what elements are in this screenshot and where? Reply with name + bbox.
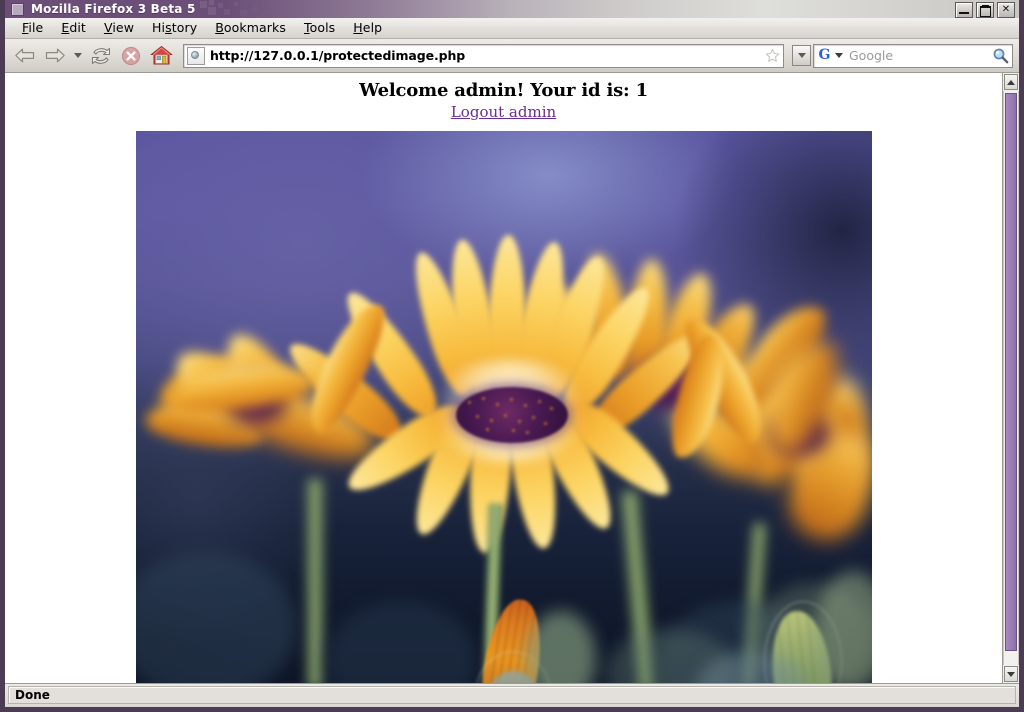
google-logo-icon: G <box>818 46 831 63</box>
forward-arrow-icon <box>45 48 65 63</box>
titlebar-decoration <box>196 0 1019 18</box>
status-text: Done <box>15 688 50 702</box>
scroll-down-button[interactable] <box>1004 666 1018 682</box>
window-controls: ✕ <box>955 2 1015 18</box>
vertical-scrollbar[interactable] <box>1002 73 1019 683</box>
address-bar[interactable]: http://127.0.0.1/protectedimage.php <box>183 43 784 68</box>
back-button[interactable] <box>11 43 39 69</box>
scroll-up-button[interactable] <box>1004 74 1018 90</box>
title-bar: Mozilla Firefox 3 Beta 5 ✕ <box>5 0 1019 18</box>
web-page: Welcome admin! Your id is: 1 Logout admi… <box>5 73 1002 683</box>
star-glyph <box>765 48 779 62</box>
stop-button[interactable] <box>117 43 145 69</box>
protected-image <box>135 131 872 683</box>
menu-bar: File Edit View History Bookmarks Tools H… <box>5 18 1019 39</box>
content-area: Welcome admin! Your id is: 1 Logout admi… <box>5 73 1019 684</box>
browser-window: Mozilla Firefox 3 Beta 5 ✕ File Edit Vie… <box>0 0 1024 712</box>
home-button[interactable] <box>147 43 175 69</box>
search-bar[interactable]: G Google <box>813 43 1013 68</box>
firefox-window-icon <box>11 2 24 16</box>
menu-item-bookmarks[interactable]: Bookmarks <box>206 19 295 37</box>
search-icon[interactable] <box>992 47 1009 64</box>
home-icon <box>149 45 173 65</box>
navigation-toolbar: http://127.0.0.1/protectedimage.php G Go… <box>5 39 1019 73</box>
menu-item-edit[interactable]: Edit <box>52 19 95 37</box>
minimize-button[interactable] <box>955 2 973 18</box>
menu-item-tools[interactable]: Tools <box>295 19 344 37</box>
back-arrow-icon <box>15 48 35 63</box>
menu-item-file[interactable]: File <box>13 19 52 37</box>
menu-item-view[interactable]: View <box>95 19 143 37</box>
reload-icon <box>91 47 111 64</box>
address-dropdown-button[interactable] <box>792 45 811 66</box>
chevron-down-icon <box>1007 671 1015 677</box>
scrollbar-thumb[interactable] <box>1005 93 1017 651</box>
chevron-up-icon <box>1007 79 1015 85</box>
search-input[interactable]: Google <box>849 48 992 63</box>
window-title: Mozilla Firefox 3 Beta 5 <box>31 2 196 16</box>
chevron-down-icon <box>797 53 806 58</box>
chevron-down-icon <box>74 53 82 58</box>
scrollbar-track[interactable] <box>1003 91 1019 665</box>
forward-button[interactable] <box>41 43 69 69</box>
logout-link[interactable]: Logout admin <box>451 103 556 121</box>
page-title: Welcome admin! Your id is: 1 <box>359 80 648 101</box>
page-viewport[interactable]: Welcome admin! Your id is: 1 Logout admi… <box>5 73 1002 683</box>
menu-item-history[interactable]: History <box>143 19 206 37</box>
close-button[interactable]: ✕ <box>997 2 1015 18</box>
bookmark-star-icon[interactable] <box>763 47 781 65</box>
maximize-button[interactable] <box>976 2 994 18</box>
history-dropdown-button[interactable] <box>71 43 85 69</box>
photo-flower-center <box>455 387 568 443</box>
magnifier-glyph <box>993 48 1009 64</box>
status-panel: Done <box>8 686 1016 704</box>
stop-icon <box>121 46 141 65</box>
menu-item-help[interactable]: Help <box>344 19 391 37</box>
page-favicon-icon <box>187 46 205 65</box>
search-engine-dropdown-icon[interactable] <box>835 53 843 58</box>
address-bar-input[interactable]: http://127.0.0.1/protectedimage.php <box>210 48 763 63</box>
status-bar: Done <box>5 684 1019 706</box>
reload-button[interactable] <box>87 43 115 69</box>
